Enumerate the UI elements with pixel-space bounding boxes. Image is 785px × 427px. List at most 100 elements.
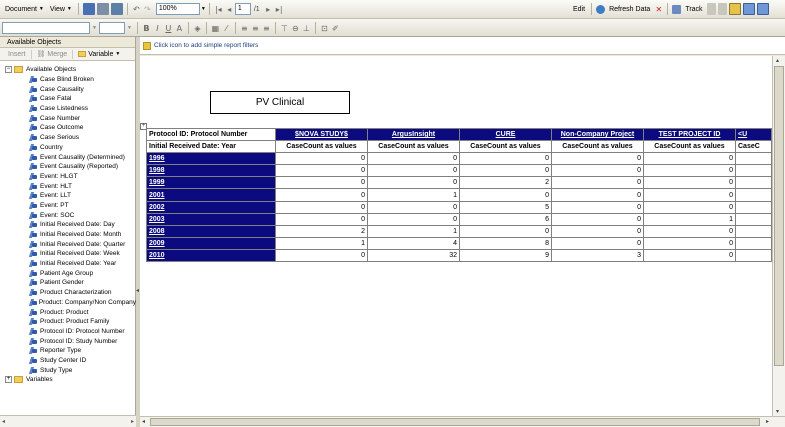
value-cell[interactable]: 0 [643,200,736,214]
scroll-left-icon[interactable]: ◂ [2,418,5,425]
value-cell-cut[interactable] [735,236,772,250]
scroll-up-icon[interactable]: ▴ [776,57,779,64]
value-cell[interactable]: 0 [275,176,368,190]
value-cell[interactable]: 1 [643,212,736,226]
collapse-icon[interactable]: − [5,66,12,74]
scroll-right-icon[interactable]: ▸ [131,418,134,425]
value-cell-cut[interactable] [735,188,772,202]
page-number-input[interactable]: 1 [234,3,251,15]
row-header[interactable]: 2010 [146,248,276,263]
measure-header[interactable]: CaseCount as values [275,140,368,154]
zoom-select[interactable]: 100% [155,3,200,15]
tree-object-item[interactable]: Event: HLGT [0,172,136,182]
tree-object-item[interactable]: Case Listedness [0,104,136,114]
value-cell[interactable]: 0 [551,188,644,202]
value-cell[interactable]: 0 [459,164,552,178]
value-cell-cut[interactable] [735,248,772,263]
tree-root-row[interactable]: − Available Objects [0,65,136,75]
tree-object-item[interactable]: Product: Product Family [0,317,136,327]
measure-header[interactable]: CaseC [735,140,772,154]
chevron-down-icon[interactable]: ▼ [127,25,132,31]
value-cell[interactable]: 0 [551,212,644,226]
tree-object-item[interactable]: Case Outcome [0,123,136,133]
value-cell[interactable]: 0 [643,188,736,202]
value-cell[interactable]: 0 [459,152,552,166]
font-size-field[interactable] [98,22,125,34]
first-page-icon[interactable]: |◂ [213,5,224,14]
tree-object-item[interactable]: Patient Gender [0,278,136,288]
align-right-icon[interactable]: ≡ [261,24,272,33]
tree-object-item[interactable]: Event: SOC [0,210,136,220]
tree-object-item[interactable]: Initial Received Date: Week [0,249,136,259]
tree-object-item[interactable]: Event: PT [0,201,136,211]
tree-object-item[interactable]: Patient Age Group [0,268,136,278]
value-cell[interactable]: 0 [459,224,552,238]
column-header[interactable]: CURE [459,127,552,142]
line-style-icon[interactable]: ⁄ [221,24,232,33]
insert-button[interactable]: Insert [8,51,26,58]
snapshot-icon[interactable] [717,3,727,15]
tree-variables-row[interactable]: + Variables [0,375,136,385]
value-cell[interactable]: 0 [551,200,644,214]
previous-page-icon[interactable]: ◂ [224,5,235,14]
value-cell[interactable]: 9 [459,248,552,263]
merge-button[interactable]: ⛓ Merge [37,50,68,58]
value-cell[interactable]: 1 [367,188,460,202]
tree-object-item[interactable]: Event: HLT [0,181,136,191]
align-top-icon[interactable]: ⊤ [279,24,290,33]
undo-icon[interactable]: ↶ [131,5,142,14]
row-header[interactable]: 2003 [146,212,276,226]
value-cell[interactable]: 0 [643,164,736,178]
tree-object-item[interactable]: Case Blind Broken [0,75,136,85]
tree-object-item[interactable]: Event Causality (Determined) [0,152,136,162]
value-cell[interactable]: 0 [551,164,644,178]
font-color-icon[interactable]: A [174,24,185,33]
tree-object-item[interactable]: Case Number [0,113,136,123]
document-menu[interactable]: Document ▼ [2,6,47,13]
report-filter-icon[interactable] [756,3,769,15]
value-cell[interactable]: 0 [275,164,368,178]
edit-button[interactable]: Edit [570,6,588,13]
wrap-text-icon[interactable]: ⊡ [319,24,330,33]
format-painter-icon[interactable]: ✐ [330,24,341,33]
value-cell[interactable]: 0 [367,176,460,190]
view-structure-icon[interactable] [728,3,741,15]
view-menu[interactable]: View ▼ [47,6,75,13]
value-cell[interactable]: 2 [459,176,552,190]
next-page-icon[interactable]: ▸ [263,5,274,14]
italic-icon[interactable]: I [152,24,163,33]
tree-object-item[interactable]: Product: Company/Non Company [0,298,136,308]
variable-button[interactable]: Variable ▼ [78,51,120,58]
value-cell[interactable]: 0 [367,152,460,166]
align-left-icon[interactable]: ≡ [239,24,250,33]
border-icon[interactable]: ▦ [210,24,221,33]
value-cell[interactable]: 1 [275,236,368,250]
row-header[interactable]: 2001 [146,188,276,202]
refresh-data-button[interactable]: Refresh Data [606,6,653,13]
value-cell-cut[interactable] [735,200,772,214]
value-cell[interactable]: 0 [643,152,736,166]
corner-top-cell[interactable]: Protocol ID: Protocol Number [146,127,276,142]
value-cell[interactable]: 1 [367,224,460,238]
value-cell-cut[interactable] [735,152,772,166]
font-name-field[interactable] [2,22,90,34]
report-filter-bar[interactable]: Click icon to add simple report filters [140,37,785,55]
value-cell[interactable]: 0 [275,152,368,166]
left-panel-icon[interactable] [742,3,755,15]
value-cell[interactable]: 0 [367,200,460,214]
value-cell[interactable]: 0 [367,164,460,178]
value-cell[interactable]: 3 [551,248,644,263]
fill-color-icon[interactable]: ◈ [192,24,203,33]
scroll-down-icon[interactable]: ▾ [776,408,779,415]
tree-object-item[interactable]: Reporter Type [0,346,136,356]
tree-object-item[interactable]: Event Causality (Reported) [0,162,136,172]
crosstab-table[interactable]: Protocol ID: Protocol Number $NOVA STUDY… [146,127,772,263]
drill-icon[interactable] [706,3,716,15]
tree-object-item[interactable]: Protocol ID: Protocol Number [0,327,136,337]
redo-icon[interactable]: ↷ [142,5,153,14]
tree-object-item[interactable]: Initial Received Date: Quarter [0,239,136,249]
align-middle-icon[interactable]: ⊖ [290,24,301,33]
tree-object-item[interactable]: Initial Received Date: Day [0,220,136,230]
value-cell[interactable]: 0 [551,152,644,166]
measure-header[interactable]: CaseCount as values [367,140,460,154]
